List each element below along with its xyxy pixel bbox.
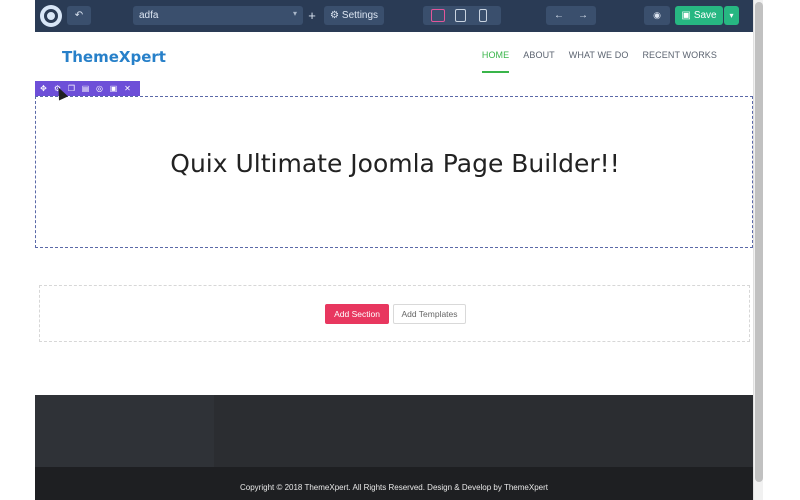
save-icon: ▣ <box>681 10 691 21</box>
site-logo[interactable]: ThemeXpert <box>62 48 166 66</box>
nav-what-we-do[interactable]: WHAT WE DO <box>569 50 629 73</box>
save-label: Save <box>693 10 717 21</box>
nav-home[interactable]: HOME <box>481 50 510 73</box>
quix-logo-icon[interactable] <box>40 5 62 27</box>
back-icon[interactable]: ← <box>554 10 564 21</box>
scrollbar[interactable] <box>753 0 763 500</box>
builder-toolbar: ↶ adfa ▾ + ⚙ Settings ← → ◉ ▣ Save ▾ <box>35 0 753 32</box>
forward-icon[interactable]: → <box>578 10 588 21</box>
delete-icon[interactable]: ✕ <box>123 84 132 93</box>
plus-icon: + <box>308 8 316 23</box>
save-options-button[interactable]: ▾ <box>724 6 739 25</box>
hero-title: Quix Ultimate Joomla Page Builder!! <box>170 149 620 178</box>
save-icon[interactable]: ▣ <box>109 84 118 93</box>
device-switcher <box>423 6 501 25</box>
settings-button[interactable]: ⚙ Settings <box>324 6 384 25</box>
page-canvas: ThemeXpert HOME ABOUT WHAT WE DO RECENT … <box>35 32 753 395</box>
chevron-down-icon: ▾ <box>292 9 297 18</box>
desktop-view-icon[interactable] <box>431 9 445 22</box>
add-section-zone: Add Section Add Templates <box>39 285 750 342</box>
page-name: adfa <box>139 10 159 21</box>
copy-icon[interactable]: ❐ <box>67 84 76 93</box>
settings-label: Settings <box>341 10 379 21</box>
page-selector[interactable]: adfa ▾ <box>133 6 303 25</box>
nav-about[interactable]: ABOUT <box>523 50 555 73</box>
add-page-button[interactable]: + <box>303 6 321 25</box>
section-toolbar: ✥ ⚙ ❐ ▤ ◎ ▣ ✕ <box>35 81 140 96</box>
tablet-view-icon[interactable] <box>455 9 466 22</box>
viewport-left-margin <box>0 0 35 500</box>
footer-block <box>35 395 214 467</box>
undo-button[interactable]: ↶ <box>67 6 91 25</box>
preview-button[interactable]: ◉ <box>644 6 670 25</box>
site-nav: HOME ABOUT WHAT WE DO RECENT WORKS <box>481 50 717 73</box>
gear-icon: ⚙ <box>329 10 339 21</box>
hero-section[interactable]: Quix Ultimate Joomla Page Builder!! <box>35 96 753 248</box>
hide-icon[interactable]: ◎ <box>95 84 104 93</box>
add-section-button[interactable]: Add Section <box>325 304 389 324</box>
nav-recent-works[interactable]: RECENT WORKS <box>642 50 717 73</box>
site-header: ThemeXpert HOME ABOUT WHAT WE DO RECENT … <box>35 32 753 96</box>
history-nav: ← → <box>546 6 596 25</box>
scrollbar-thumb[interactable] <box>755 2 763 482</box>
add-templates-button[interactable]: Add Templates <box>393 304 466 324</box>
copyright-text: Copyright © 2018 ThemeXpert. All Rights … <box>240 483 548 492</box>
undo-icon: ↶ <box>74 10 84 21</box>
chevron-down-icon: ▾ <box>729 11 734 20</box>
eye-icon: ◉ <box>653 10 661 20</box>
save-button[interactable]: ▣ Save <box>675 6 723 25</box>
mobile-view-icon[interactable] <box>479 9 487 22</box>
move-icon[interactable]: ✥ <box>39 84 48 93</box>
paste-icon[interactable]: ▤ <box>81 84 90 93</box>
